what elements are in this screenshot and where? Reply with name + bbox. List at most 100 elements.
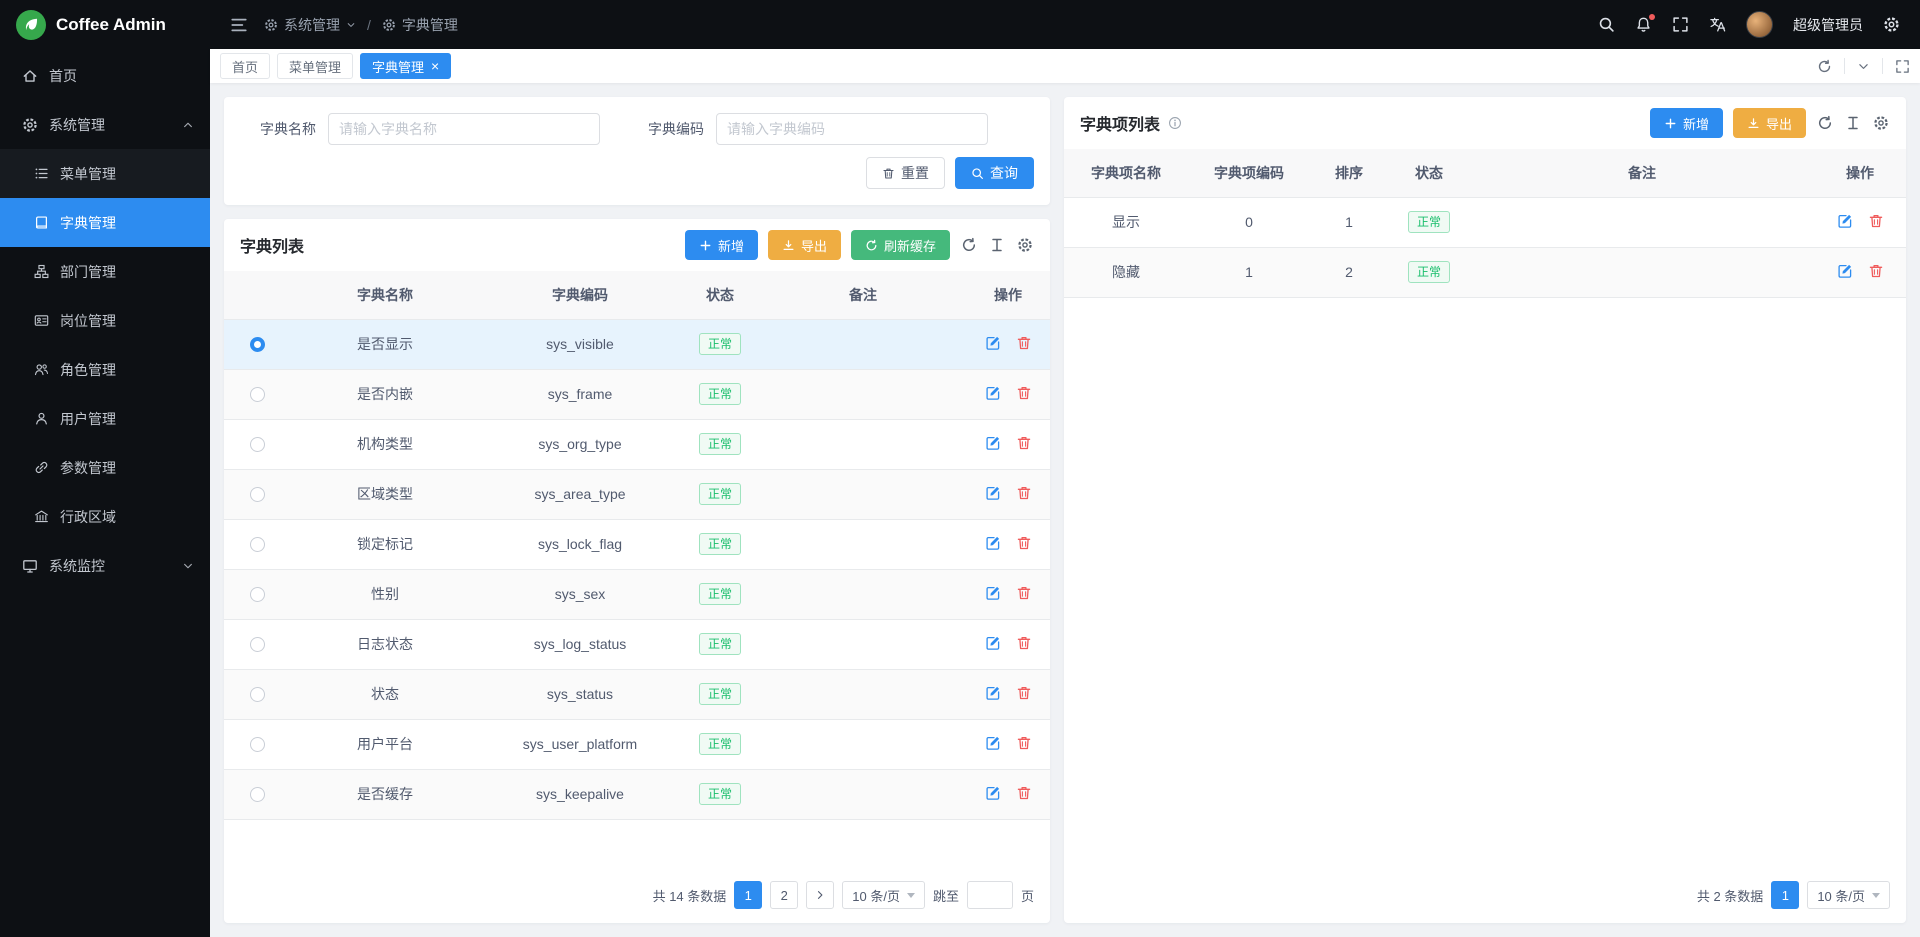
edit-icon[interactable] xyxy=(985,485,1001,501)
refresh-table-icon[interactable] xyxy=(960,236,978,254)
delete-icon[interactable] xyxy=(1016,385,1032,401)
delete-icon[interactable] xyxy=(1016,585,1032,601)
collapse-sidebar-icon[interactable] xyxy=(230,16,248,34)
table-row[interactable]: 锁定标记 sys_lock_flag 正常 xyxy=(224,519,1050,569)
page-size-select[interactable]: 10 条/页 xyxy=(1807,881,1890,909)
tab-home[interactable]: 首页 xyxy=(220,53,270,79)
add-item-button[interactable]: 新增 xyxy=(1650,108,1723,138)
row-radio[interactable] xyxy=(250,337,265,352)
settings-gear-icon[interactable] xyxy=(1883,16,1900,33)
username[interactable]: 超级管理员 xyxy=(1793,15,1863,35)
table-settings-gear-icon[interactable] xyxy=(1872,114,1890,132)
row-radio[interactable] xyxy=(250,737,265,752)
row-radio[interactable] xyxy=(250,587,265,602)
dict-name-input[interactable] xyxy=(328,113,600,145)
column-density-icon[interactable] xyxy=(988,236,1006,254)
sidebar-item-department-management[interactable]: 部门管理 xyxy=(0,247,210,296)
sidebar-item-role-management[interactable]: 角色管理 xyxy=(0,345,210,394)
jump-page-input[interactable] xyxy=(967,881,1013,909)
edit-icon[interactable] xyxy=(985,335,1001,351)
sidebar-item-user-management[interactable]: 用户管理 xyxy=(0,394,210,443)
notifications-button[interactable] xyxy=(1635,16,1652,33)
delete-icon[interactable] xyxy=(1868,213,1884,229)
breadcrumb-group[interactable]: 系统管理 xyxy=(284,15,340,35)
delete-icon[interactable] xyxy=(1016,435,1032,451)
column-density-icon[interactable] xyxy=(1844,114,1862,132)
export-items-button[interactable]: 导出 xyxy=(1733,108,1806,138)
edit-icon[interactable] xyxy=(1837,263,1853,279)
edit-icon[interactable] xyxy=(985,735,1001,751)
page-1-button[interactable]: 1 xyxy=(734,881,762,909)
delete-icon[interactable] xyxy=(1016,485,1032,501)
row-radio[interactable] xyxy=(250,537,265,552)
row-radio[interactable] xyxy=(250,487,265,502)
sidebar-item-parameter-management[interactable]: 参数管理 xyxy=(0,443,210,492)
sidebar-group-system-monitor[interactable]: 系统监控 xyxy=(0,541,210,590)
table-row[interactable]: 机构类型 sys_org_type 正常 xyxy=(224,419,1050,469)
delete-icon[interactable] xyxy=(1016,535,1032,551)
edit-icon[interactable] xyxy=(985,535,1001,551)
edit-icon[interactable] xyxy=(1837,213,1853,229)
table-row[interactable]: 区域类型 sys_area_type 正常 xyxy=(224,469,1050,519)
delete-icon[interactable] xyxy=(1868,263,1884,279)
close-icon[interactable]: × xyxy=(431,59,439,73)
delete-icon[interactable] xyxy=(1016,335,1032,351)
table-row[interactable]: 显示 0 1 正常 xyxy=(1064,197,1906,247)
page-1-button[interactable]: 1 xyxy=(1771,881,1799,909)
refresh-icon[interactable] xyxy=(1817,59,1832,74)
edit-icon[interactable] xyxy=(985,585,1001,601)
sidebar-item-dict-management[interactable]: 字典管理 xyxy=(0,198,210,247)
reset-button[interactable]: 重置 xyxy=(866,157,945,189)
table-row[interactable]: 是否显示 sys_visible 正常 xyxy=(224,319,1050,369)
item-sort-cell: 1 xyxy=(1310,197,1388,247)
dict-code-input[interactable] xyxy=(716,113,988,145)
row-radio[interactable] xyxy=(250,437,265,452)
row-radio[interactable] xyxy=(250,787,265,802)
translate-icon[interactable] xyxy=(1709,16,1726,33)
table-row[interactable]: 用户平台 sys_user_platform 正常 xyxy=(224,719,1050,769)
delete-icon[interactable] xyxy=(1016,735,1032,751)
table-row[interactable]: 是否内嵌 sys_frame 正常 xyxy=(224,369,1050,419)
page-2-button[interactable]: 2 xyxy=(770,881,798,909)
sidebar-group-system-management[interactable]: 系统管理 xyxy=(0,100,210,149)
refresh-cache-button[interactable]: 刷新缓存 xyxy=(851,230,950,260)
table-row[interactable]: 状态 sys_status 正常 xyxy=(224,669,1050,719)
sidebar-item-menu-management[interactable]: 菜单管理 xyxy=(0,149,210,198)
tab-menu-management[interactable]: 菜单管理 xyxy=(277,53,353,79)
delete-icon[interactable] xyxy=(1016,785,1032,801)
edit-icon[interactable] xyxy=(985,385,1001,401)
status-badge: 正常 xyxy=(699,383,741,406)
sidebar-item-admin-region[interactable]: 行政区域 xyxy=(0,492,210,541)
add-button[interactable]: 新增 xyxy=(685,230,758,260)
table-row[interactable]: 性别 sys_sex 正常 xyxy=(224,569,1050,619)
layout-expand-icon[interactable] xyxy=(1895,59,1910,74)
edit-icon[interactable] xyxy=(985,635,1001,651)
query-button[interactable]: 查询 xyxy=(955,157,1034,189)
chevron-down-icon[interactable] xyxy=(1857,60,1870,73)
search-icon[interactable] xyxy=(1598,16,1615,33)
export-button[interactable]: 导出 xyxy=(768,230,841,260)
refresh-table-icon[interactable] xyxy=(1816,114,1834,132)
tab-dict-management[interactable]: 字典管理 × xyxy=(360,53,451,79)
row-radio[interactable] xyxy=(250,637,265,652)
edit-icon[interactable] xyxy=(985,685,1001,701)
table-settings-gear-icon[interactable] xyxy=(1016,236,1034,254)
status-badge: 正常 xyxy=(699,533,741,556)
next-page-button[interactable] xyxy=(806,881,834,909)
sidebar-item-home[interactable]: 首页 xyxy=(0,51,210,100)
table-row[interactable]: 隐藏 1 2 正常 xyxy=(1064,247,1906,297)
table-row[interactable]: 是否缓存 sys_keepalive 正常 xyxy=(224,769,1050,819)
sidebar-item-post-management[interactable]: 岗位管理 xyxy=(0,296,210,345)
edit-icon[interactable] xyxy=(985,435,1001,451)
row-radio[interactable] xyxy=(250,687,265,702)
delete-icon[interactable] xyxy=(1016,635,1032,651)
fullscreen-icon[interactable] xyxy=(1672,16,1689,33)
page-size-select[interactable]: 10 条/页 xyxy=(842,881,925,909)
row-radio[interactable] xyxy=(250,387,265,402)
breadcrumb-separator: / xyxy=(367,17,371,33)
avatar[interactable] xyxy=(1746,11,1773,38)
delete-icon[interactable] xyxy=(1016,685,1032,701)
table-row[interactable]: 日志状态 sys_log_status 正常 xyxy=(224,619,1050,669)
edit-icon[interactable] xyxy=(985,785,1001,801)
app-logo[interactable]: Coffee Admin xyxy=(0,0,210,49)
